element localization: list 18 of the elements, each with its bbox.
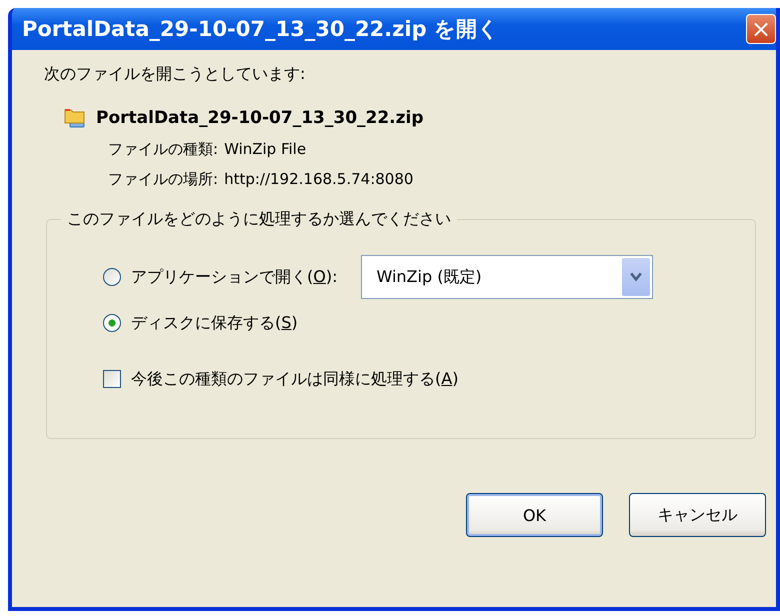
checkbox[interactable] bbox=[103, 370, 121, 388]
group-legend: このファイルをどのように処理するか選んでください bbox=[61, 209, 457, 230]
close-button[interactable]: × bbox=[746, 14, 776, 44]
radio-button[interactable] bbox=[103, 268, 121, 286]
application-dropdown[interactable]: WinZip (既定) bbox=[361, 255, 654, 299]
cancel-button[interactable]: キャンセル bbox=[629, 493, 766, 537]
intro-text: 次のファイルを開こうとしています: bbox=[44, 64, 306, 85]
file-location-value: http://192.168.5.74:8080 bbox=[224, 170, 414, 189]
file-location-label: ファイルの場所: bbox=[108, 170, 218, 189]
ok-button[interactable]: OK bbox=[466, 493, 603, 537]
file-name: PortalData_29-10-07_13_30_22.zip bbox=[96, 108, 424, 128]
checkbox-label[interactable]: 今後この種類のファイルは同様に処理する(A) bbox=[131, 368, 458, 390]
radio-label[interactable]: ディスクに保存する(S) bbox=[131, 312, 298, 334]
radio-label[interactable]: アプリケーションで開く(O): bbox=[131, 266, 338, 288]
radio-button[interactable] bbox=[103, 314, 121, 332]
file-type-label: ファイルの種類: bbox=[108, 140, 218, 159]
window-title: PortalData_29-10-07_13_30_22.zip を開く bbox=[22, 16, 500, 43]
file-type-value: WinZip File bbox=[224, 140, 306, 159]
